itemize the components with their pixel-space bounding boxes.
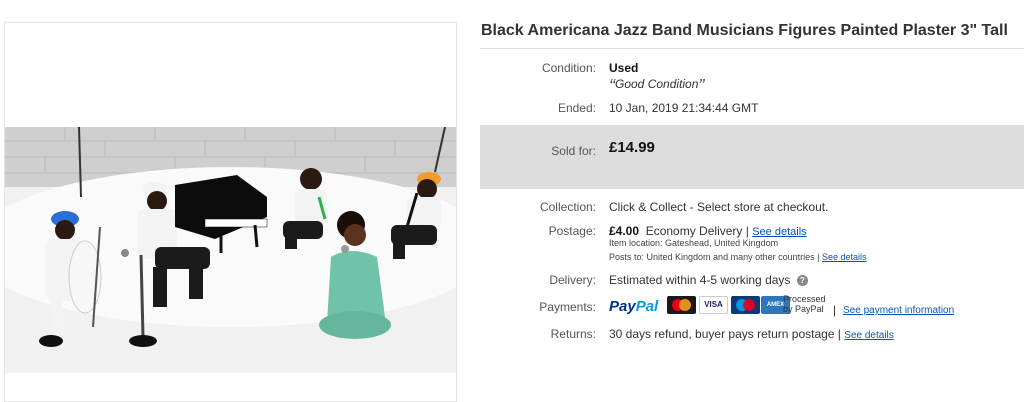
condition-note: “Good Condition” <box>609 77 704 95</box>
returns-label: Returns: <box>550 327 596 341</box>
delivery-text: Estimated within 4-5 working days <box>609 273 791 287</box>
processed-line-1: Processed <box>783 294 826 304</box>
posts-to: Posts to: United Kingdom and many other … <box>609 252 867 262</box>
condition-value: Used <box>609 61 639 75</box>
postage-price: £4.00 <box>609 224 640 238</box>
returns-value: 30 days refund, buyer pays return postag… <box>609 327 894 341</box>
see-payment-information-link[interactable]: See payment information <box>843 305 954 316</box>
visa-icon: VISA <box>699 296 728 314</box>
processed-line-2: by PayPal <box>783 304 824 314</box>
sold-label: Sold for: <box>551 144 596 158</box>
listing-page: Black Americana Jazz Band Musicians Figu… <box>0 0 1024 402</box>
mastercard-icon <box>667 296 696 314</box>
returns-see-details-link[interactable]: See details <box>844 330 893 341</box>
paypal-logo-pay: Pay <box>609 298 636 315</box>
posts-to-see-details-link[interactable]: See details <box>822 252 867 262</box>
posts-to-separator: | <box>817 252 820 262</box>
delivery-label: Delivery: <box>549 273 596 287</box>
postage-value: £4.00 Economy Delivery | See details <box>609 224 807 238</box>
condition-note-text: Good Condition <box>615 77 699 91</box>
postage-separator: | <box>745 224 749 238</box>
close-quote-icon: ” <box>698 76 705 96</box>
image-panel[interactable] <box>4 22 457 402</box>
returns-text: 30 days refund, buyer pays return postag… <box>609 327 841 341</box>
postage-service: Economy Delivery <box>645 224 743 238</box>
collection-label: Collection: <box>539 200 596 214</box>
posts-to-text: Posts to: United Kingdom and many other … <box>609 252 815 262</box>
listing-title: Black Americana Jazz Band Musicians Figu… <box>481 22 1008 39</box>
paypal-logo-pal: Pal <box>635 298 659 315</box>
condition-label: Condition: <box>541 61 596 75</box>
payments-label: Payments: <box>539 300 596 314</box>
ended-value: 10 Jan, 2019 21:34:44 GMT <box>609 101 759 115</box>
processed-by-paypal: Processed by PayPal <box>783 294 826 314</box>
payments-separator: | <box>833 303 837 317</box>
postage-label: Postage: <box>548 224 596 238</box>
sold-price: £14.99 <box>609 139 655 156</box>
title-divider <box>480 48 1024 49</box>
paypal-logo: PayPal <box>609 298 658 315</box>
postage-see-details-link[interactable]: See details <box>752 226 806 238</box>
question-circle-icon[interactable]: ? <box>796 275 808 287</box>
ended-label: Ended: <box>557 101 596 115</box>
delivery-value: Estimated within 4-5 working days ? <box>609 273 808 287</box>
collection-value: Click & Collect - Select store at checko… <box>609 200 829 214</box>
item-location: Item location: Gateshead, United Kingdom <box>609 238 779 248</box>
maestro-icon <box>731 296 760 314</box>
product-photo[interactable] <box>5 127 457 373</box>
